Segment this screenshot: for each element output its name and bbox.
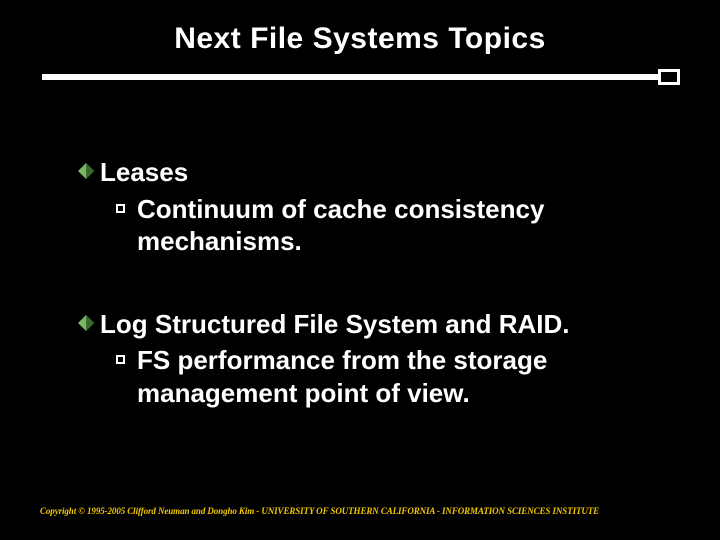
sub-item: Continuum of cache consistency mechanism… (116, 193, 652, 258)
slide: Next File Systems Topics Leases Continuu… (0, 0, 720, 540)
content-area: Leases Continuum of cache consistency me… (40, 88, 680, 409)
underline-endcap (658, 69, 680, 85)
title-underline (40, 74, 680, 88)
diamond-bullet-icon (78, 310, 98, 336)
sub-text: FS performance from the storage manageme… (137, 344, 642, 409)
square-bullet-icon (116, 355, 125, 364)
sub-text: Continuum of cache consistency mechanism… (137, 193, 642, 258)
topic-item: Log Structured File System and RAID. FS … (78, 310, 652, 410)
diamond-bullet-icon (78, 158, 98, 184)
topic-item: Leases Continuum of cache consistency me… (78, 158, 652, 258)
slide-title: Next File Systems Topics (40, 22, 680, 56)
sub-item: FS performance from the storage manageme… (116, 344, 652, 409)
square-bullet-icon (116, 204, 125, 213)
topic-heading-row: Log Structured File System and RAID. (78, 310, 652, 339)
topic-heading: Log Structured File System and RAID. (100, 310, 570, 339)
copyright-footer: Copyright © 1995-2005 Clifford Neuman an… (40, 506, 599, 516)
title-area: Next File Systems Topics (40, 0, 680, 56)
topic-heading: Leases (100, 158, 188, 187)
topic-heading-row: Leases (78, 158, 652, 187)
underline-bar (42, 74, 672, 80)
